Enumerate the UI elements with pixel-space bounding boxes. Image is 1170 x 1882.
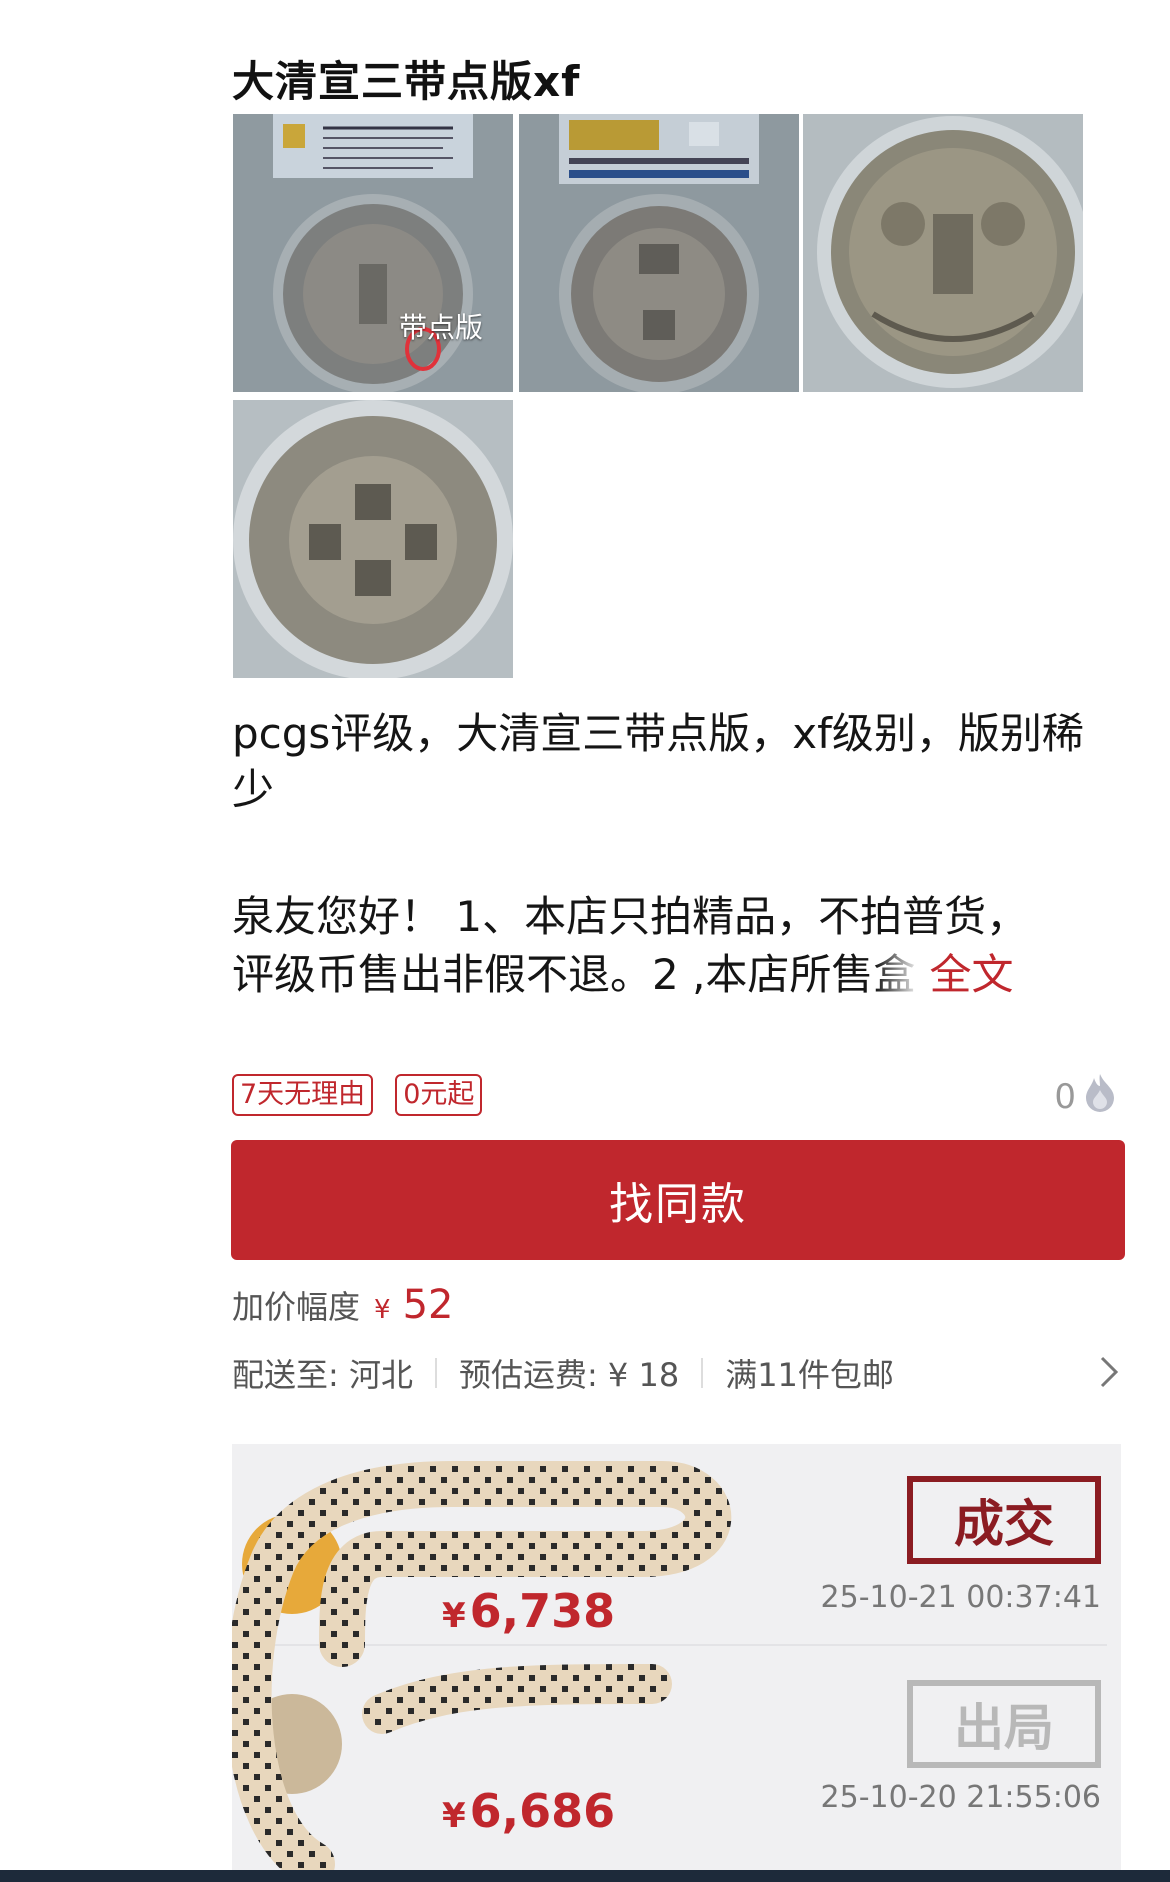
coin-photo-reverse[interactable] [803, 114, 1083, 392]
service-tags: 7天无理由 0元起 [232, 1074, 483, 1116]
bid-increment-label: 加价幅度 [232, 1288, 361, 1326]
bid-increment-currency: ¥ [374, 1295, 391, 1325]
coin-photo-slab-back[interactable] [519, 114, 799, 392]
estimated-shipping-fee: 预估运费: ¥ 18 [458, 1356, 680, 1394]
bid-increment-amount: 52 [402, 1282, 454, 1328]
intro-line-1: 泉友您好！ 1、本店只拍精品，不拍普货， [232, 892, 1029, 941]
coin-photo-slab-front[interactable]: 带点版 [233, 114, 513, 392]
bid-record[interactable]: ¥6,686 出局 25-10-20 21:55:06 [232, 1644, 1121, 1844]
flame-icon [1082, 1072, 1118, 1121]
bid-time: 25-10-21 00:37:41 [820, 1580, 1101, 1615]
deliver-to: 配送至: 河北 [232, 1356, 413, 1394]
bid-record[interactable]: ¥6,738 成交 25-10-21 00:37:41 [232, 1444, 1121, 1644]
bid-price: ¥6,686 [442, 1784, 616, 1838]
product-description: pcgs评级，大清宣三带点版，xf级别，版别稀少 [232, 709, 1084, 814]
fulltext-link[interactable]: 全文 [929, 950, 1013, 999]
product-page: 大清宣三带点版xf 带点版 pcgs评级，大清宣三带点版，xf级别，版别稀少 泉… [0, 0, 1170, 1882]
like-count: 0 [1054, 1076, 1076, 1117]
system-bottom-bar [0, 1870, 1170, 1882]
bid-records: ¥6,738 成交 25-10-21 00:37:41 ¥6,686 出局 25… [232, 1444, 1121, 1882]
chevron-right-icon[interactable] [1098, 1354, 1120, 1398]
variety-overlay-text: 带点版 [399, 311, 484, 344]
like-counter[interactable]: 0 [1054, 1072, 1118, 1121]
tag-7-day-return: 7天无理由 [232, 1074, 374, 1116]
bid-price: ¥6,738 [442, 1584, 616, 1638]
divider [701, 1358, 704, 1388]
bid-increment: 加价幅度 ¥ 52 [232, 1282, 453, 1328]
coin-photo-obverse[interactable] [233, 400, 513, 678]
divider [434, 1358, 437, 1388]
bid-time: 25-10-20 21:55:06 [820, 1780, 1101, 1815]
out-stamp: 出局 [907, 1680, 1101, 1768]
shipping-row[interactable]: 配送至: 河北 预估运费: ¥ 18 满11件包邮 [232, 1350, 1120, 1396]
tag-zero-start: 0元起 [395, 1074, 483, 1116]
product-title: 大清宣三带点版xf [232, 57, 581, 106]
free-shipping-threshold: 满11件包邮 [725, 1356, 894, 1394]
intro-line-2: 评级币售出非假不退。2 ,本店所售盒 全文 [232, 946, 1112, 1004]
seller-intro: 泉友您好！ 1、本店只拍精品，不拍普货， 评级币售出非假不退。2 ,本店所售盒全… [232, 888, 1112, 1004]
deal-stamp: 成交 [907, 1476, 1101, 1564]
find-same-button[interactable]: 找同款 [231, 1140, 1125, 1260]
intro-line-2-text: 评级币售出非假不退。2 ,本店所售盒 [232, 950, 916, 999]
